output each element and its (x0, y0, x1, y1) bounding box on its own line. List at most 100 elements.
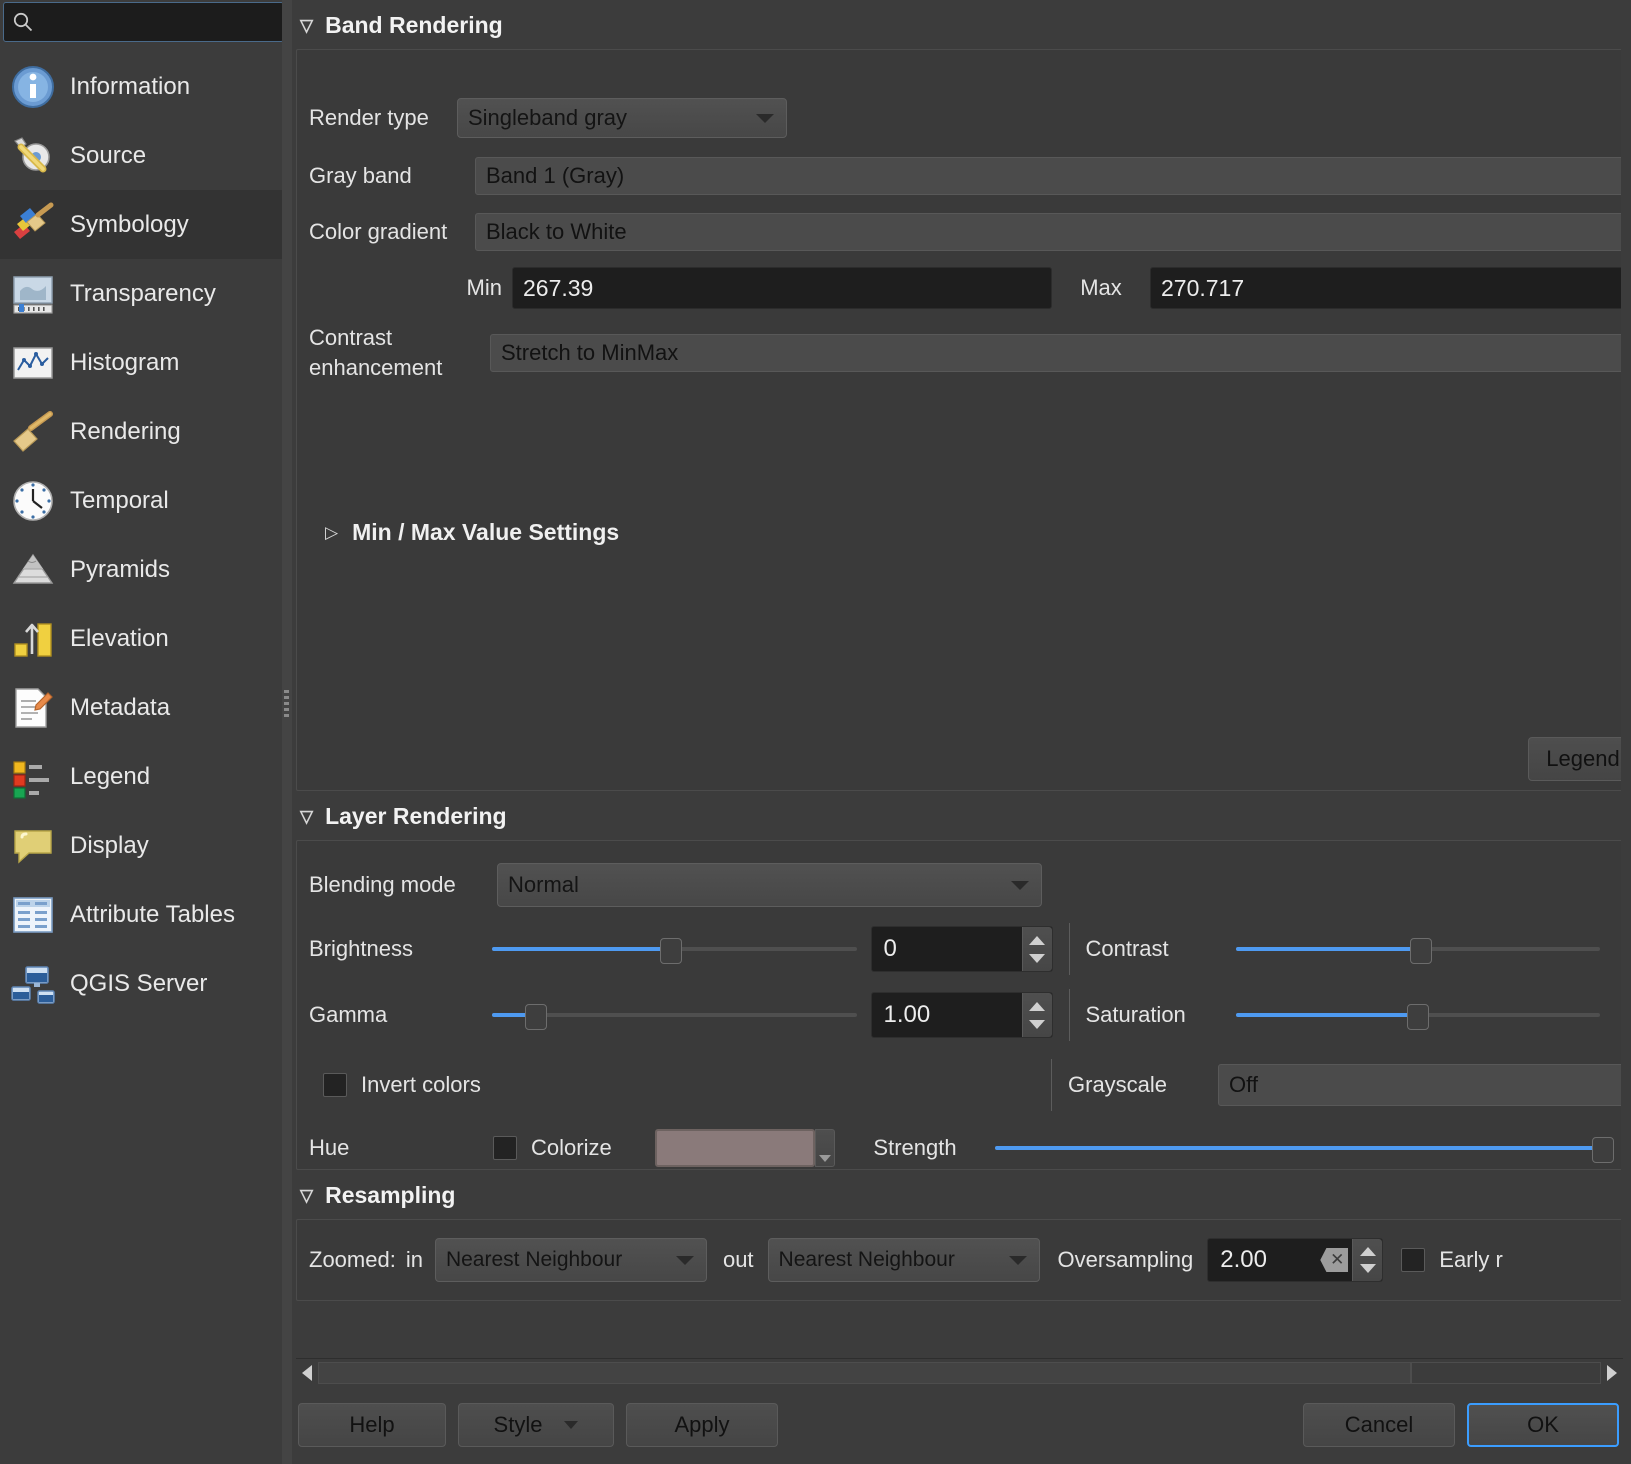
colorize-color-dropdown-button[interactable] (815, 1129, 835, 1167)
ok-button[interactable]: OK (1467, 1403, 1619, 1447)
oversampling-label: Oversampling (1057, 1247, 1194, 1272)
invert-colors-label: Invert colors (361, 1072, 481, 1097)
saturation-slider-handle[interactable] (1406, 1004, 1429, 1030)
collapse-triangle-down-icon[interactable]: ▽ (300, 808, 313, 825)
zoomed-out-value: Nearest Neighbour (778, 1248, 955, 1271)
sidebar-item-attribute-tables[interactable]: Attribute Tables (0, 880, 287, 949)
early-resampling-checkbox[interactable] (1401, 1248, 1426, 1272)
search-input[interactable] (34, 11, 275, 33)
resampling-header[interactable]: ▽ Resampling (288, 1170, 1631, 1219)
sidebar-item-label: QGIS Server (70, 969, 208, 997)
help-button[interactable]: Help (298, 1403, 446, 1447)
scroll-track[interactable] (318, 1361, 1411, 1384)
brightness-slider[interactable] (492, 936, 857, 964)
render-type-value: Singleband gray (468, 105, 628, 130)
sidebar-item-information[interactable]: Information (0, 52, 287, 121)
sidebar-item-histogram[interactable]: Histogram (0, 328, 287, 397)
collapse-triangle-down-icon[interactable]: ▽ (300, 1187, 313, 1204)
max-input[interactable]: 270.717 (1150, 267, 1630, 309)
zoomed-in-combo[interactable]: Nearest Neighbour (434, 1238, 707, 1282)
sidebar-item-display[interactable]: Display (0, 811, 287, 880)
band-rendering-header[interactable]: ▽ Band Rendering (288, 0, 1631, 49)
colorize-checkbox[interactable] (493, 1136, 517, 1160)
sidebar-item-label: Rendering (70, 417, 181, 445)
render-type-label: Render type (309, 105, 429, 130)
grayscale-combo[interactable]: Off (1218, 1064, 1630, 1106)
sidebar-item-elevation[interactable]: Elevation (0, 604, 287, 673)
gray-band-label: Gray band (309, 163, 412, 188)
blending-mode-combo[interactable]: Normal (497, 863, 1042, 907)
sidebar-item-pyramids[interactable]: Pyramids (0, 535, 287, 604)
sidebar-item-rendering[interactable]: Rendering (0, 397, 287, 466)
brightness-spinbox[interactable]: 0 (870, 926, 1053, 972)
contrast-enhancement-combo[interactable]: Stretch to MinMax (490, 334, 1630, 372)
blending-mode-value: Normal (508, 872, 579, 897)
invert-colors-checkbox[interactable] (323, 1073, 347, 1097)
scroll-track-right[interactable] (1411, 1361, 1601, 1384)
layer-rendering-header[interactable]: ▽ Layer Rendering (288, 791, 1631, 840)
min-input[interactable]: 267.39 (512, 267, 1052, 309)
main-panel: ▽ Band Rendering Render type Singleband … (288, 0, 1631, 1464)
render-type-combo[interactable]: Singleband gray (457, 98, 787, 138)
search-box[interactable] (3, 2, 284, 42)
saturation-slider[interactable] (1235, 1002, 1600, 1030)
cancel-button[interactable]: Cancel (1303, 1403, 1455, 1447)
stepper-down-icon[interactable] (1029, 1019, 1045, 1029)
max-value: 270.717 (1161, 274, 1245, 301)
stepper-up-icon[interactable] (1029, 935, 1045, 945)
sidebar-splitter[interactable] (282, 0, 292, 1464)
oversampling-stepper[interactable] (1352, 1239, 1383, 1281)
sidebar-item-transparency[interactable]: Transparency (0, 259, 287, 328)
gamma-spinbox[interactable]: 1.00 (870, 992, 1053, 1038)
scroll-right-button[interactable] (1601, 1359, 1623, 1386)
contrast-slider-handle[interactable] (1410, 938, 1433, 964)
min-max-value-settings-header[interactable]: ▷ Min / Max Value Settings (297, 519, 1630, 546)
collapse-triangle-right-icon[interactable]: ▷ (325, 524, 338, 541)
qgis-server-icon (8, 959, 58, 1009)
stepper-up-icon[interactable] (1029, 1001, 1045, 1011)
stepper-down-icon[interactable] (1359, 1264, 1376, 1273)
sidebar-item-legend[interactable]: Legend (0, 742, 287, 811)
stepper-down-icon[interactable] (1029, 953, 1045, 963)
sidebar-item-source[interactable]: Source (0, 121, 287, 190)
oversampling-spinbox[interactable]: 2.00 ✕ (1207, 1238, 1384, 1282)
clear-icon[interactable]: ✕ (1320, 1248, 1349, 1272)
gamma-stepper[interactable] (1021, 993, 1052, 1037)
strength-slider-handle[interactable] (1591, 1137, 1614, 1163)
sidebar-item-temporal[interactable]: Temporal (0, 466, 287, 535)
collapse-triangle-down-icon[interactable]: ▽ (300, 17, 313, 34)
gamma-slider[interactable] (492, 1002, 857, 1030)
colorize-color-swatch[interactable] (655, 1129, 815, 1167)
resampling-title: Resampling (325, 1182, 456, 1208)
zoomed-out-combo[interactable]: Nearest Neighbour (767, 1238, 1040, 1282)
color-gradient-label: Color gradient (309, 219, 448, 244)
apply-button[interactable]: Apply (626, 1403, 778, 1447)
stepper-up-icon[interactable] (1359, 1247, 1376, 1256)
sidebar-item-label: Source (70, 141, 147, 169)
brightness-stepper[interactable] (1021, 927, 1052, 971)
horizontal-scrollbar[interactable] (296, 1358, 1623, 1386)
scroll-left-button[interactable] (296, 1359, 318, 1386)
sidebar-item-symbology[interactable]: Symbology (0, 190, 287, 259)
sidebar-item-label: Histogram (70, 348, 180, 376)
sidebar-item-label: Temporal (70, 486, 169, 514)
gray-band-combo[interactable]: Band 1 (Gray) (475, 157, 1630, 195)
sidebar-item-metadata[interactable]: Metadata (0, 673, 287, 742)
legend-button[interactable]: Legend (1528, 737, 1631, 781)
transparency-icon (8, 269, 58, 319)
sidebar-item-label: Symbology (70, 210, 189, 238)
sidebar-item-label: Pyramids (70, 555, 171, 583)
gamma-slider-handle[interactable] (524, 1004, 547, 1030)
contrast-slider[interactable] (1235, 936, 1600, 964)
style-button[interactable]: Style (458, 1403, 614, 1447)
raster-layer-properties-dialog: Information Source Symbology Transparenc… (0, 0, 1631, 1464)
strength-slider[interactable] (995, 1135, 1614, 1163)
band-rendering-group: Render type Singleband gray Gray band Ba… (296, 49, 1631, 791)
grayscale-label: Grayscale (1068, 1072, 1168, 1097)
gamma-label: Gamma (309, 1002, 388, 1027)
color-gradient-combo[interactable]: Black to White (475, 213, 1630, 251)
min-label: Min (466, 275, 502, 300)
vertical-scrollbar[interactable] (1621, 0, 1631, 1358)
sidebar-item-qgis-server[interactable]: QGIS Server (0, 949, 287, 1018)
brightness-slider-handle[interactable] (659, 938, 682, 964)
